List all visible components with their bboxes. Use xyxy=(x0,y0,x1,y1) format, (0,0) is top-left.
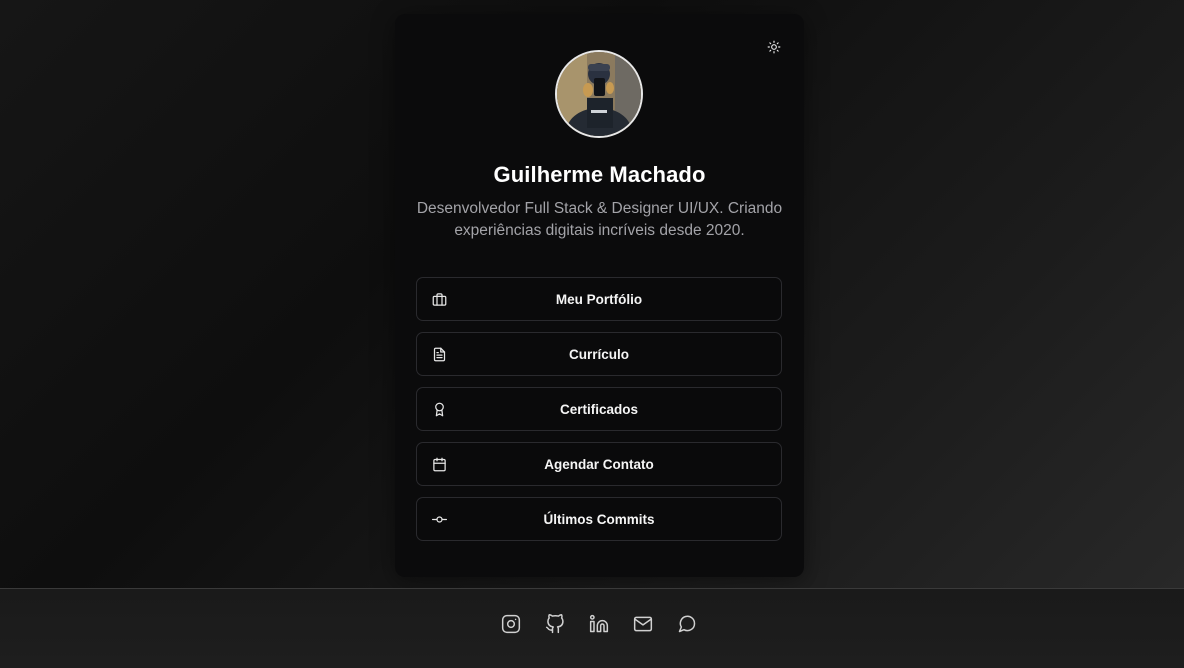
link-latest-commits[interactable]: Últimos Commits xyxy=(416,497,782,541)
linkedin-icon xyxy=(589,614,609,634)
link-label: Certificados xyxy=(559,401,639,417)
briefcase-icon xyxy=(431,291,447,307)
avatar xyxy=(555,50,643,138)
social-links xyxy=(500,613,698,635)
link-portfolio[interactable]: Meu Portfólio xyxy=(416,277,782,321)
profile-name: Guilherme Machado xyxy=(493,162,706,187)
profile-card: Guilherme Machado Desenvolvedor Full Sta… xyxy=(395,14,804,577)
github-link[interactable] xyxy=(544,613,566,635)
linkedin-link[interactable] xyxy=(588,613,610,635)
link-label: Últimos Commits xyxy=(543,511,655,527)
github-icon xyxy=(545,614,565,634)
link-schedule-contact[interactable]: Agendar Contato xyxy=(416,442,782,486)
calendar-icon xyxy=(431,456,447,472)
link-certificates[interactable]: Certificados xyxy=(416,387,782,431)
footer xyxy=(0,588,1184,668)
profile-bio: Desenvolvedor Full Stack & Designer UI/U… xyxy=(416,200,783,239)
links-list: Meu Portfólio Currículo Certificados Age… xyxy=(416,277,782,552)
link-curriculum[interactable]: Currículo xyxy=(416,332,782,376)
link-label: Agendar Contato xyxy=(544,456,654,472)
chat-link[interactable] xyxy=(676,613,698,635)
theme-toggle-button[interactable] xyxy=(764,37,784,57)
instagram-icon xyxy=(501,614,521,634)
email-link[interactable] xyxy=(632,613,654,635)
sun-icon xyxy=(767,40,781,54)
document-icon xyxy=(431,346,447,362)
instagram-link[interactable] xyxy=(500,613,522,635)
git-commit-icon xyxy=(431,511,447,527)
mail-icon xyxy=(633,614,653,634)
link-label: Currículo xyxy=(568,346,629,362)
award-icon xyxy=(431,401,447,417)
link-label: Meu Portfólio xyxy=(555,291,643,307)
chat-icon xyxy=(677,614,697,634)
